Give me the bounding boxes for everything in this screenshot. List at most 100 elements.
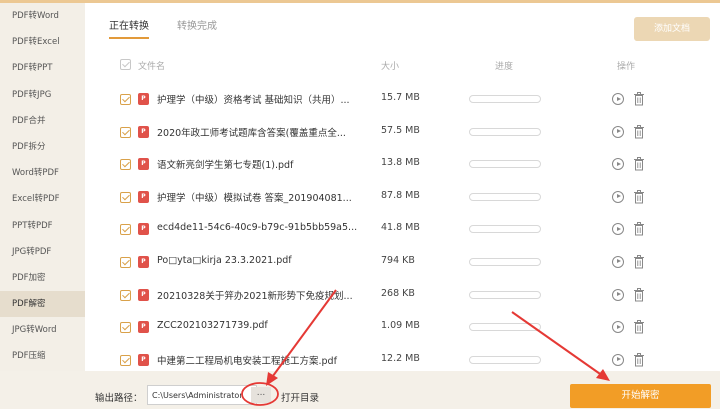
file-name: Po□yta□kirja 23.3.2021.pdf bbox=[157, 254, 292, 266]
table-row[interactable]: P 20210328关于笄办2021新形势下免疫规划... 268 KB bbox=[85, 279, 720, 312]
progress-bar bbox=[469, 192, 541, 201]
file-size: 268 KB bbox=[381, 287, 415, 299]
add-document-button[interactable]: 添加文档 bbox=[634, 17, 710, 41]
play-circle-icon[interactable] bbox=[612, 190, 624, 203]
sidebar-item-pdf-to-ppt[interactable]: PDF转PPT bbox=[0, 55, 85, 81]
table-row[interactable]: Pecd4de11-54c6-40c9-b79c-91b5bb59a5... 41… bbox=[85, 213, 720, 246]
table-row[interactable]: P ZCC202103271739.pdf 1.09 MB bbox=[85, 311, 720, 344]
file-name: ecd4de11-54c6-40c9-b79c-91b5bb59a5... bbox=[157, 222, 358, 234]
row-checkbox[interactable] bbox=[120, 94, 131, 105]
sidebar-item-pdf-to-jpg[interactable]: PDF转JPG bbox=[0, 82, 85, 108]
pdf-file-icon: P bbox=[138, 321, 149, 334]
table-row[interactable]: P Po□yta□kirja 23.3.2021.pdf 794 KB bbox=[85, 246, 720, 279]
play-circle-icon[interactable] bbox=[612, 353, 624, 366]
play-circle-icon[interactable] bbox=[612, 125, 624, 138]
play-circle-icon[interactable] bbox=[612, 321, 624, 334]
row-checkbox[interactable] bbox=[120, 126, 131, 138]
bottom-bar: 输出路径： ... 打开目录 开始解密 bbox=[85, 371, 720, 409]
file-size: 794 KB bbox=[381, 254, 415, 266]
column-header-name: 文件名 bbox=[138, 62, 166, 72]
column-header-progress: 进度 bbox=[495, 62, 514, 72]
output-path-label: 输出路径： bbox=[95, 393, 143, 404]
sidebar-item-jpg-to-pdf[interactable]: JPG转PDF bbox=[0, 239, 85, 265]
file-size: 15.7 MB bbox=[381, 92, 420, 103]
file-name: 护理学（中级）模拟试卷 答案_201904081... bbox=[157, 192, 352, 204]
progress-bar bbox=[469, 127, 541, 136]
tab-completed[interactable]: 转换完成 bbox=[177, 17, 217, 39]
progress-bar bbox=[469, 257, 541, 266]
row-checkbox[interactable] bbox=[120, 256, 131, 268]
table-row[interactable]: P 护理学（中级）模拟试卷 答案_201904081... 87.8 MB bbox=[85, 181, 720, 214]
progress-bar bbox=[469, 290, 541, 299]
row-checkbox[interactable] bbox=[120, 159, 131, 171]
table-header: 文件名 大小 进度 操作 bbox=[85, 55, 720, 75]
trash-icon[interactable] bbox=[633, 124, 645, 139]
file-size: 1.09 MB bbox=[381, 320, 420, 332]
pdf-file-icon: P bbox=[138, 288, 149, 301]
pdf-file-icon: P bbox=[138, 255, 149, 268]
table-row[interactable]: P 2020年政工师考试题库含答案(覆盖重点全... 57.5 MB bbox=[85, 116, 720, 149]
start-decrypt-button[interactable]: 开始解密 bbox=[570, 384, 711, 408]
row-checkbox[interactable] bbox=[120, 289, 131, 301]
select-all-checkbox[interactable] bbox=[120, 59, 131, 70]
file-name: 2020年政工师考试题库含答案(覆盖重点全... bbox=[157, 127, 346, 139]
pdf-file-icon: P bbox=[138, 125, 149, 138]
file-name: 护理学（中级）资格考试 基础知识（共用）... bbox=[157, 95, 350, 106]
file-list: P 护理学（中级）资格考试 基础知识（共用）... 15.7 MB P 2020年政工师… bbox=[85, 83, 720, 376]
file-size: 12.2 MB bbox=[381, 352, 420, 364]
progress-bar bbox=[469, 323, 541, 332]
column-header-actions: 操作 bbox=[617, 62, 636, 72]
browse-button[interactable]: ... bbox=[251, 387, 271, 403]
main-panel: 正在转换 转换完成 添加文档 文件名 大小 进度 操作 P 护理学（中级）资格考试… bbox=[85, 3, 720, 371]
row-checkbox[interactable] bbox=[120, 322, 131, 334]
sidebar-item-ppt-to-pdf[interactable]: PPT转PDF bbox=[0, 213, 85, 239]
file-name: 20210328关于笄办2021新形势下免疫规划... bbox=[157, 290, 353, 302]
sidebar-item-word-to-pdf[interactable]: Word转PDF bbox=[0, 160, 85, 186]
trash-icon[interactable] bbox=[633, 92, 645, 106]
file-size: 41.8 MB bbox=[381, 222, 420, 234]
play-circle-icon[interactable] bbox=[612, 158, 624, 171]
trash-icon[interactable] bbox=[633, 352, 645, 367]
progress-bar bbox=[469, 160, 541, 169]
sidebar-item-pdf-split[interactable]: PDF拆分 bbox=[0, 134, 85, 160]
pdf-file-icon: P bbox=[138, 223, 149, 236]
sidebar-item-pdf-compress[interactable]: PDF压缩 bbox=[0, 343, 85, 369]
sidebar-item-pdf-merge[interactable]: PDF合并 bbox=[0, 108, 85, 134]
file-name: ZCC202103271739.pdf bbox=[157, 320, 268, 332]
sidebar-item-pdf-to-word[interactable]: PDF转Word bbox=[0, 3, 85, 29]
trash-icon[interactable] bbox=[633, 320, 645, 334]
output-path-input[interactable] bbox=[147, 385, 257, 405]
trash-icon[interactable] bbox=[633, 189, 645, 204]
sidebar-item-excel-to-pdf[interactable]: Excel转PDF bbox=[0, 186, 85, 212]
pdf-file-icon: P bbox=[138, 190, 149, 203]
file-name: 中建第二工程局机电安装工程施工方案.pdf bbox=[157, 355, 337, 367]
row-checkbox[interactable] bbox=[120, 191, 131, 203]
trash-icon[interactable] bbox=[633, 254, 645, 269]
sidebar-item-pdf-encrypt[interactable]: PDF加密 bbox=[0, 265, 85, 291]
progress-bar bbox=[469, 95, 541, 103]
file-size: 57.5 MB bbox=[381, 124, 420, 136]
file-size: 13.8 MB bbox=[381, 157, 420, 169]
table-row[interactable]: P 语文新亮剑学生第七专题(1).pdf 13.8 MB bbox=[85, 148, 720, 181]
play-circle-icon[interactable] bbox=[612, 93, 624, 105]
pdf-file-icon: P bbox=[138, 353, 149, 366]
play-circle-icon[interactable] bbox=[612, 223, 624, 236]
tab-bar: 正在转换 转换完成 bbox=[109, 17, 245, 41]
row-checkbox[interactable] bbox=[120, 354, 131, 366]
trash-icon[interactable] bbox=[633, 287, 645, 302]
trash-icon[interactable] bbox=[633, 157, 645, 171]
open-directory-link[interactable]: 打开目录 bbox=[281, 390, 319, 404]
sidebar-item-jpg-to-word[interactable]: JPG转Word bbox=[0, 317, 85, 343]
pdf-file-icon: P bbox=[138, 93, 149, 105]
progress-bar bbox=[469, 355, 541, 364]
pdf-file-icon: P bbox=[138, 158, 149, 171]
table-row[interactable]: P 护理学（中级）资格考试 基础知识（共用）... 15.7 MB bbox=[85, 83, 720, 116]
play-circle-icon[interactable] bbox=[612, 288, 624, 301]
trash-icon[interactable] bbox=[633, 222, 645, 236]
play-circle-icon[interactable] bbox=[612, 255, 624, 268]
sidebar-item-pdf-decrypt[interactable]: PDF解密 bbox=[0, 291, 85, 318]
row-checkbox[interactable] bbox=[120, 224, 131, 236]
tab-converting[interactable]: 正在转换 bbox=[109, 17, 149, 39]
sidebar-item-pdf-to-excel[interactable]: PDF转Excel bbox=[0, 29, 85, 55]
progress-bar bbox=[469, 225, 541, 234]
